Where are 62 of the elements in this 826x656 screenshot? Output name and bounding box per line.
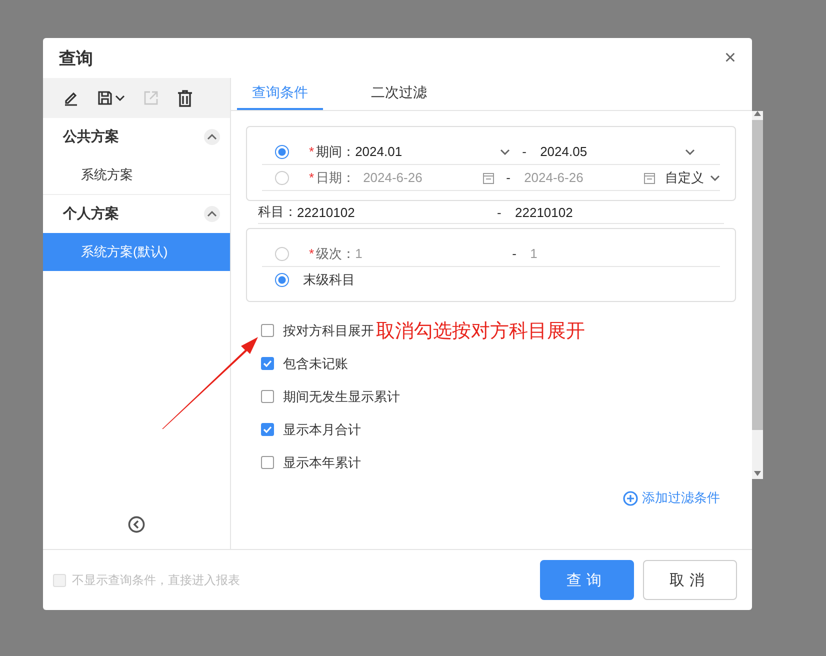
save-icon [97, 90, 113, 106]
caret-down-icon [115, 95, 125, 101]
checkbox-label: 包含未记账 [283, 354, 348, 372]
field-label: 期间： [316, 142, 356, 160]
external-link-icon [143, 90, 159, 106]
checkbox[interactable] [261, 324, 274, 337]
from-field[interactable]: 2024.01 [355, 144, 500, 159]
add-filter-link[interactable]: 添加过滤条件 [623, 489, 720, 507]
tab[interactable]: 查询条件 [237, 78, 323, 110]
close-button[interactable]: × [724, 46, 736, 70]
required-mark: * [309, 170, 314, 185]
radio-button[interactable] [275, 144, 289, 158]
dialog-title: 查询 [59, 48, 93, 70]
checkbox-label: 按对方科目展开 [283, 322, 374, 340]
caret-down-icon [710, 174, 720, 180]
tab[interactable]: 二次过滤 [356, 78, 442, 110]
radio-button[interactable] [275, 272, 289, 286]
required-mark: * [309, 246, 314, 261]
required-mark: * [309, 144, 314, 159]
range-separator: - [512, 246, 518, 261]
caret-down-icon [500, 148, 510, 154]
pencil-icon [63, 90, 79, 106]
checkbox[interactable] [261, 456, 274, 469]
collapse-toggle[interactable] [204, 129, 220, 145]
option-label: 末级科目 [303, 270, 355, 288]
plus-circle-icon [623, 490, 638, 506]
checkbox-label: 不显示查询条件，直接进入报表 [72, 572, 240, 588]
scroll-down-icon[interactable] [754, 471, 762, 476]
scroll-up-icon[interactable] [754, 111, 762, 116]
range-separator: - [506, 170, 512, 185]
field-label: 级次： [316, 244, 356, 262]
delete-button[interactable] [175, 88, 195, 108]
cancel-button[interactable]: 取消 [643, 560, 737, 600]
field-label: 科目： [258, 203, 297, 221]
scheme-item[interactable]: 系统方案 [43, 156, 230, 194]
caret-up-icon [207, 134, 217, 140]
group-title: 公共方案 [63, 128, 119, 146]
caret-up-icon [207, 211, 217, 217]
save-button[interactable] [95, 88, 127, 108]
to-field[interactable]: 22210102 [515, 204, 635, 220]
range-separator: - [522, 144, 528, 159]
from-field[interactable]: 22210102 [297, 204, 497, 220]
checkbox[interactable] [261, 357, 274, 370]
query-button[interactable]: 查询 [540, 560, 634, 600]
scrollbar[interactable] [752, 111, 764, 479]
calendar-icon [644, 172, 656, 184]
to-field[interactable]: 2024.05 [540, 144, 686, 159]
group-title: 个人方案 [63, 205, 119, 223]
scheme-item[interactable]: 系统方案(默认) [43, 233, 230, 271]
collapse-toggle[interactable] [204, 206, 220, 222]
caret-down-icon [685, 148, 696, 154]
field-label: 日期： [316, 168, 356, 186]
calendar-icon [483, 172, 494, 184]
checkbox-label: 显示本月合计 [283, 420, 361, 438]
checkbox[interactable] [261, 423, 274, 436]
checkbox-label: 显示本年累计 [283, 454, 361, 472]
checkbox-label: 期间无发生显示累计 [283, 388, 400, 406]
annotation-text: 取消勾选按对方科目展开 [376, 320, 585, 344]
range-separator: - [497, 204, 502, 220]
collapse-panel-icon[interactable] [128, 516, 145, 533]
checkbox[interactable] [261, 390, 274, 403]
trash-icon [177, 90, 193, 106]
